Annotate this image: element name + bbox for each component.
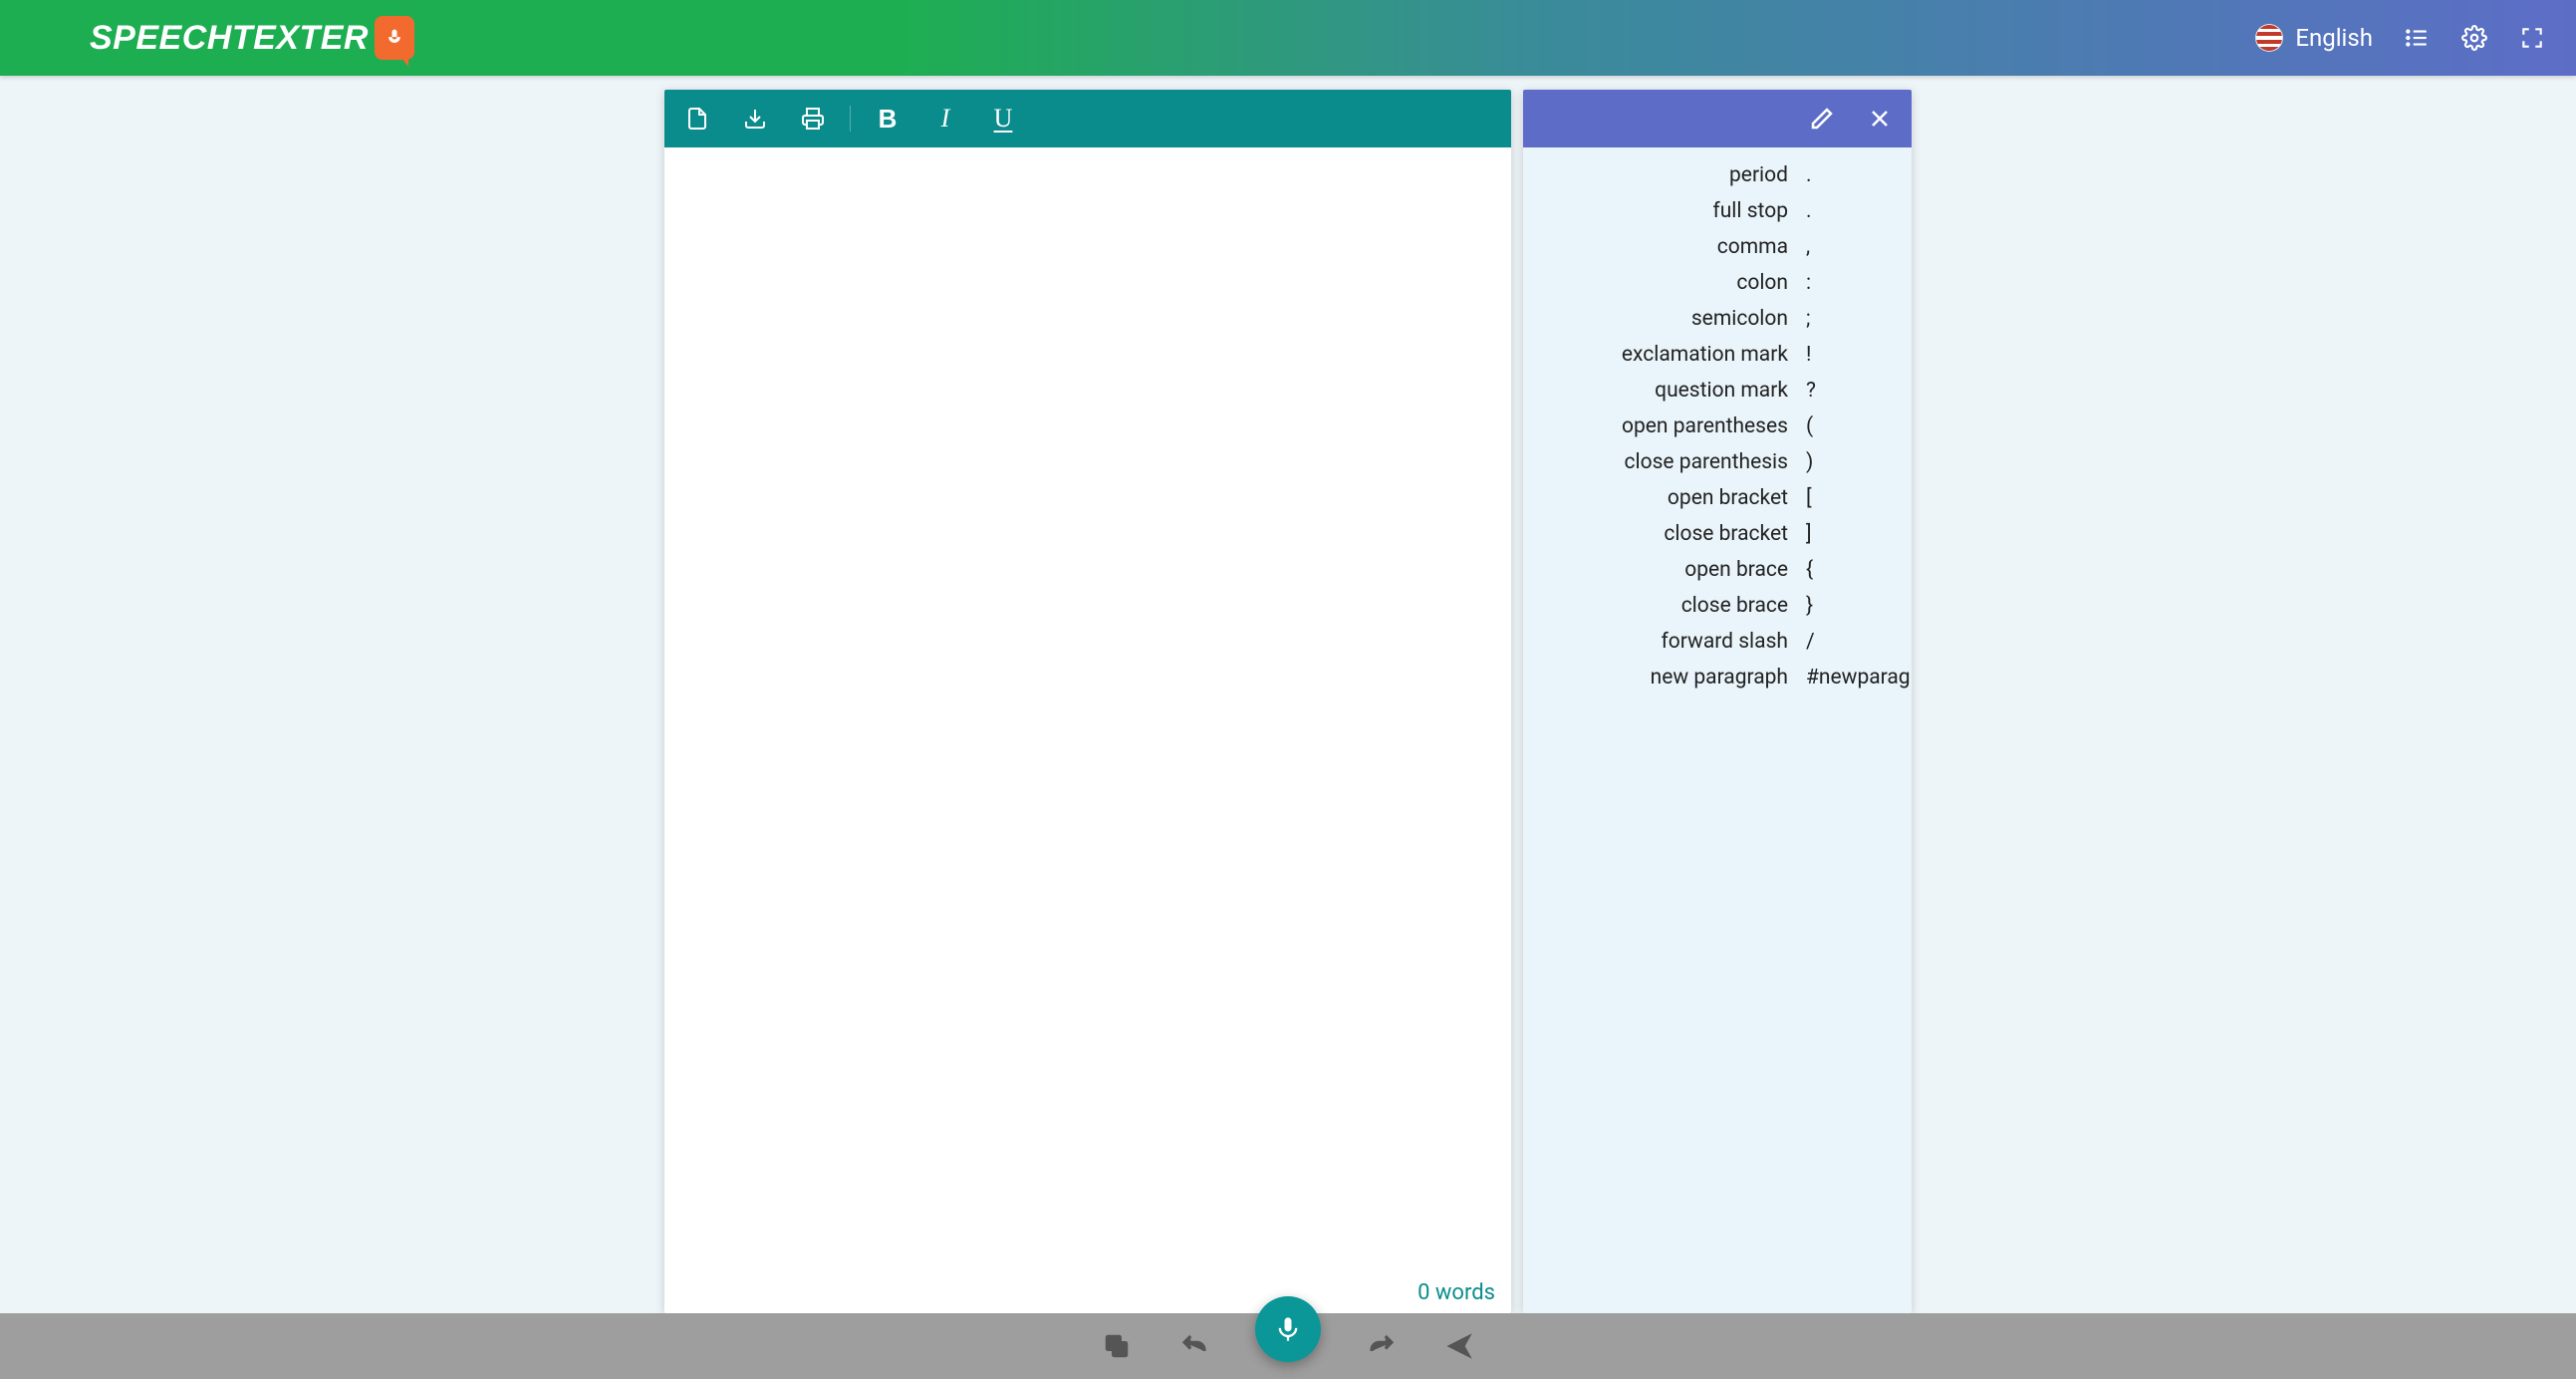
command-symbol: ( — [1802, 414, 1902, 438]
command-row[interactable]: close parenthesis) — [1535, 444, 1906, 480]
word-count: 0 words — [1417, 1280, 1495, 1305]
editor-textarea[interactable] — [664, 147, 1511, 1277]
logo-mic-icon — [375, 16, 414, 60]
app-header: SPEECHTEXTER English — [0, 0, 2576, 76]
command-row[interactable]: close brace} — [1535, 588, 1906, 624]
command-row[interactable]: close bracket] — [1535, 516, 1906, 552]
command-name: open brace — [1539, 558, 1788, 582]
command-row[interactable]: period. — [1535, 157, 1906, 193]
command-symbol: ! — [1802, 343, 1902, 367]
command-symbol: ] — [1802, 522, 1902, 546]
redo-button[interactable] — [1365, 1329, 1399, 1363]
new-file-button[interactable] — [682, 104, 712, 134]
header-controls: English — [2255, 24, 2546, 52]
command-name: close parenthesis — [1539, 450, 1788, 474]
command-name: close bracket — [1539, 522, 1788, 546]
underline-button[interactable]: U — [988, 104, 1018, 134]
command-name: forward slash — [1539, 630, 1788, 654]
copy-button[interactable] — [1100, 1329, 1134, 1363]
command-symbol: / — [1802, 630, 1902, 654]
command-symbol: [ — [1802, 486, 1902, 510]
command-symbol: : — [1802, 271, 1902, 295]
command-symbol: , — [1802, 235, 1902, 259]
command-row[interactable]: comma, — [1535, 229, 1906, 265]
command-name: full stop — [1539, 199, 1788, 223]
commands-toolbar — [1523, 90, 1912, 147]
editor-footer: 0 words — [664, 1277, 1511, 1313]
download-button[interactable] — [740, 104, 770, 134]
command-name: new paragraph — [1539, 666, 1788, 690]
italic-button[interactable]: I — [930, 104, 960, 134]
language-label: English — [2295, 24, 2373, 52]
command-name: open parentheses — [1539, 414, 1788, 438]
flag-icon — [2255, 24, 2283, 52]
main-area: B I U 0 words period.full stop.comma,col… — [0, 76, 2576, 1313]
command-symbol: #newparagraph — [1802, 666, 1902, 690]
app-logo[interactable]: SPEECHTEXTER — [90, 16, 414, 60]
command-name: comma — [1539, 235, 1788, 259]
editor-panel: B I U 0 words — [664, 90, 1511, 1313]
command-row[interactable]: open brace { — [1535, 552, 1906, 588]
command-name: exclamation mark — [1539, 343, 1788, 367]
edit-commands-button[interactable] — [1808, 105, 1836, 133]
command-name: open bracket — [1539, 486, 1788, 510]
language-selector[interactable]: English — [2255, 24, 2373, 52]
send-button[interactable] — [1442, 1329, 1476, 1363]
command-row[interactable]: semicolon; — [1535, 301, 1906, 337]
close-commands-button[interactable] — [1866, 105, 1894, 133]
command-symbol: } — [1802, 594, 1902, 618]
print-button[interactable] — [798, 104, 828, 134]
command-symbol: ? — [1802, 379, 1902, 403]
bottom-bar — [0, 1313, 2576, 1379]
command-name: close brace — [1539, 594, 1788, 618]
command-name: colon — [1539, 271, 1788, 295]
command-name: question mark — [1539, 379, 1788, 403]
command-symbol: ) — [1802, 450, 1902, 474]
command-name: semicolon — [1539, 307, 1788, 331]
command-symbol: . — [1802, 199, 1902, 223]
logo-text: SPEECHTEXTER — [90, 19, 369, 58]
commands-panel: period.full stop.comma,colon:semicolon;e… — [1523, 90, 1912, 1313]
undo-button[interactable] — [1177, 1329, 1211, 1363]
command-row[interactable]: question mark? — [1535, 373, 1906, 409]
command-symbol: ; — [1802, 307, 1902, 331]
bold-button[interactable]: B — [873, 104, 902, 135]
command-symbol: . — [1802, 163, 1902, 187]
command-row[interactable]: forward slash / — [1535, 624, 1906, 660]
command-name: period — [1539, 163, 1788, 187]
command-row[interactable]: full stop. — [1535, 193, 1906, 229]
command-row[interactable]: exclamation mark! — [1535, 337, 1906, 373]
command-row[interactable]: new paragraph #newparagraph — [1535, 660, 1906, 695]
command-row[interactable]: open parentheses ( — [1535, 409, 1906, 444]
command-symbol: { — [1802, 558, 1902, 582]
record-button[interactable] — [1255, 1296, 1321, 1362]
command-row[interactable]: open bracket [ — [1535, 480, 1906, 516]
commands-list[interactable]: period.full stop.comma,colon:semicolon;e… — [1523, 147, 1912, 1313]
command-row[interactable]: colon: — [1535, 265, 1906, 301]
fullscreen-icon[interactable] — [2518, 24, 2546, 52]
toolbar-separator — [850, 106, 851, 132]
list-icon[interactable] — [2403, 24, 2431, 52]
settings-icon[interactable] — [2460, 24, 2488, 52]
editor-toolbar: B I U — [664, 90, 1511, 147]
